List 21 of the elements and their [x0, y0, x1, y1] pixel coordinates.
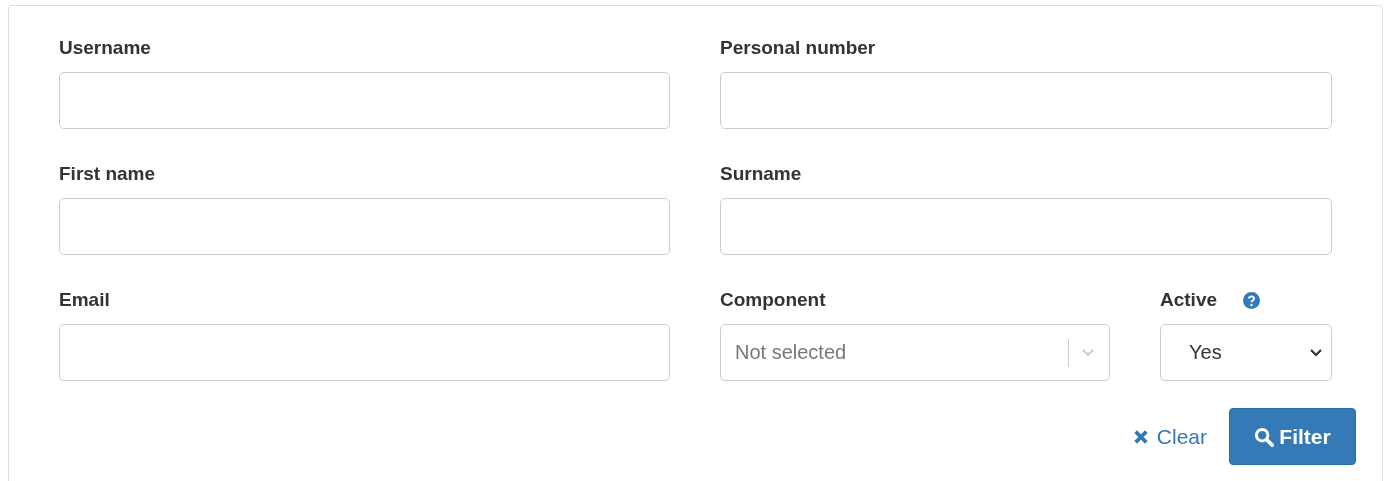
dropdown-field[interactable]: Not selected: [720, 324, 1110, 381]
field-label: Component: [720, 289, 826, 311]
field-label: Username: [59, 37, 151, 59]
input-field[interactable]: [720, 72, 1332, 129]
caret-icon: [1309, 347, 1323, 358]
search-icon: [1254, 426, 1275, 447]
field-label: Surname: [720, 163, 802, 185]
clear-button[interactable]: Clear: [1132, 424, 1207, 449]
field-label: Active: [1160, 289, 1218, 311]
close-icon: [1132, 428, 1149, 445]
input-field[interactable]: [59, 324, 670, 381]
input-field[interactable]: [59, 72, 670, 129]
input-field[interactable]: [59, 198, 670, 255]
input-field[interactable]: [720, 198, 1332, 255]
field-label: Personal number: [720, 37, 876, 59]
filter-button[interactable]: Filter: [1229, 408, 1356, 465]
field-label: Email: [59, 289, 110, 311]
select-field[interactable]: Yes: [1160, 324, 1332, 381]
help-icon[interactable]: [1243, 291, 1261, 309]
caret-icon: [1081, 347, 1095, 358]
field-label: First name: [59, 163, 156, 185]
